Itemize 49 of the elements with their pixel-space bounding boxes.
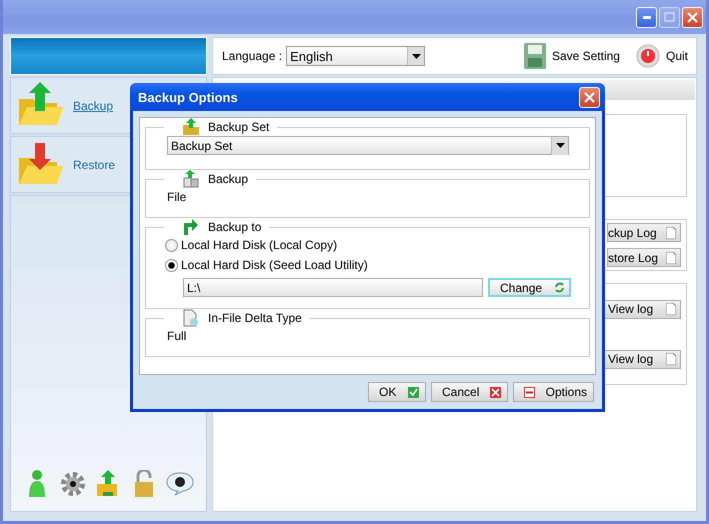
page-icon [666, 353, 676, 365]
section-title: In-File Delta Type [208, 311, 302, 325]
files-arrow-icon [182, 170, 200, 188]
section-value: File [167, 190, 188, 204]
minimize-icon [642, 16, 650, 18]
caret-icon [412, 54, 421, 58]
log-button[interactable]: ckup Log [607, 223, 681, 242]
document-drop-icon [182, 309, 200, 327]
radio-button[interactable] [165, 258, 178, 272]
page-icon [666, 303, 676, 315]
options-button[interactable]: Options [513, 382, 594, 402]
turn-arrow-icon [182, 218, 200, 236]
check-icon [408, 386, 419, 398]
radio-button[interactable] [165, 238, 178, 252]
backup-set-dropdown[interactable]: Backup Set [167, 136, 569, 155]
section-value: Full [167, 329, 188, 343]
save-setting-button[interactable]: Save Setting [524, 43, 620, 69]
close-icon [584, 92, 595, 102]
maximize-icon [664, 12, 675, 22]
sidebar-link[interactable]: Restore [73, 158, 116, 172]
section-title: Backup Set [208, 120, 270, 134]
radio-option[interactable]: Local Hard Disk (Seed Load Utility) [165, 258, 589, 272]
section-title: Backup to [208, 220, 262, 234]
cancel-button[interactable]: Cancel [431, 382, 508, 402]
page-icon [666, 252, 676, 264]
log-button[interactable]: store Log [607, 248, 681, 267]
folder-arrow-icon [182, 118, 200, 136]
minimize-button[interactable] [636, 6, 657, 28]
close-button[interactable] [579, 86, 600, 108]
language-dropdown[interactable]: English [286, 46, 426, 66]
sidebar-link[interactable]: Backup [73, 98, 114, 112]
section-title: Backup [208, 172, 248, 186]
padlock-icon [134, 470, 154, 498]
close-icon [687, 12, 698, 22]
person-icon [28, 469, 46, 499]
ok-button[interactable]: OK [368, 382, 426, 402]
path-field[interactable]: L:\ [183, 278, 483, 297]
refresh-icon [554, 282, 565, 293]
close-button[interactable] [682, 6, 703, 28]
power-icon [636, 44, 660, 68]
minus-icon [524, 386, 535, 398]
quit-button[interactable]: Quit [636, 44, 688, 68]
language-label: Language : [222, 49, 282, 63]
change-button[interactable]: Change [488, 278, 571, 297]
caret-icon [556, 143, 564, 148]
close-icon [490, 386, 501, 398]
page-icon [666, 226, 676, 238]
radio-option[interactable]: Local Hard Disk (Local Copy) [165, 238, 589, 252]
gear-icon [60, 471, 86, 497]
